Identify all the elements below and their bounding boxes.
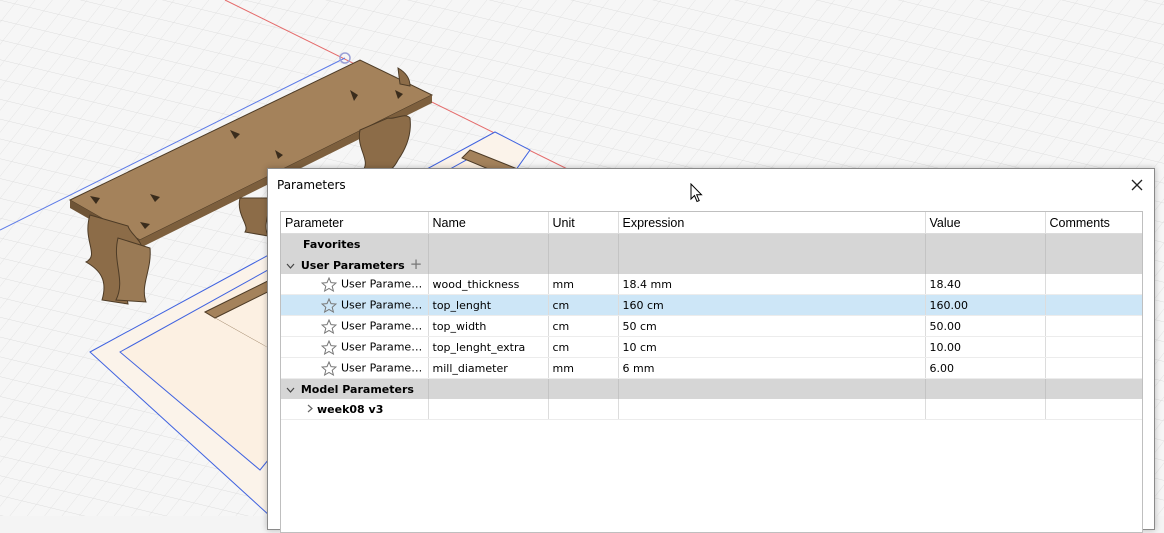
cell-model-item[interactable]: week08 v3 bbox=[281, 399, 429, 420]
table-row[interactable]: User Paramet... top_lenght cm 160 cm 160.00 bbox=[281, 294, 1142, 316]
group-row-model-parameters[interactable]: Model Parameters bbox=[281, 378, 1142, 399]
cell-comments[interactable] bbox=[1045, 274, 1142, 295]
param-type-label: User Paramet... bbox=[341, 277, 426, 290]
cell-unit[interactable]: cm bbox=[548, 294, 619, 316]
column-header-expression[interactable]: Expression bbox=[618, 212, 926, 234]
cell-expression[interactable]: 18.4 mm bbox=[618, 274, 926, 295]
cell-expression[interactable]: 50 cm bbox=[618, 315, 926, 337]
star-icon[interactable] bbox=[321, 339, 341, 355]
cell-parameter[interactable]: User Paramet... bbox=[281, 315, 429, 337]
group-label-model-parameters: Model Parameters bbox=[300, 382, 414, 396]
group-label-favorites: Favorites bbox=[303, 237, 361, 251]
star-icon[interactable] bbox=[321, 318, 341, 334]
table-header-row: Parameter Name Unit Expression Value Com… bbox=[281, 212, 1142, 234]
table-row[interactable]: User Paramet... top_lenght_extra cm 10 cm 10… bbox=[281, 336, 1142, 358]
chevron-down-icon[interactable] bbox=[283, 259, 297, 272]
cell-value: 18.40 bbox=[925, 274, 1046, 295]
add-icon[interactable]: + bbox=[410, 255, 423, 273]
cell-name[interactable]: top_lenght bbox=[428, 294, 549, 316]
cell-unit[interactable]: mm bbox=[548, 274, 619, 295]
mouse-cursor-icon bbox=[690, 183, 703, 203]
close-button[interactable] bbox=[1124, 173, 1150, 197]
cell-comments[interactable] bbox=[1045, 294, 1142, 316]
cell-parameter[interactable]: User Paramet... bbox=[281, 336, 429, 358]
cell-value: 160.00 bbox=[925, 294, 1046, 316]
cell-parameter[interactable]: User Paramet... bbox=[281, 357, 429, 379]
param-type-label: User Paramet... bbox=[341, 361, 426, 374]
param-type-label: User Paramet... bbox=[341, 319, 426, 332]
group-row-user-parameters[interactable]: User Parameters + bbox=[281, 254, 1142, 274]
table-row[interactable]: User Paramet... top_width cm 50 cm 50.00 bbox=[281, 315, 1142, 337]
cell-unit[interactable]: cm bbox=[548, 336, 619, 358]
param-type-label: User Paramet... bbox=[341, 298, 426, 311]
group-row-favorites[interactable]: Favorites bbox=[281, 233, 1142, 254]
cell-name[interactable]: top_width bbox=[428, 315, 549, 337]
model-item-label: week08 v3 bbox=[317, 402, 384, 416]
star-icon[interactable] bbox=[321, 360, 341, 376]
column-header-comments[interactable]: Comments bbox=[1045, 212, 1142, 234]
cell-value: 6.00 bbox=[925, 357, 1046, 379]
cell-expression[interactable]: 6 mm bbox=[618, 357, 926, 379]
column-header-name[interactable]: Name bbox=[428, 212, 549, 234]
chevron-right-icon[interactable] bbox=[303, 403, 317, 416]
group-label-user-parameters: User Parameters bbox=[300, 259, 405, 272]
column-header-unit[interactable]: Unit bbox=[548, 212, 619, 234]
chevron-down-icon[interactable] bbox=[283, 383, 297, 396]
cell-value: 10.00 bbox=[925, 336, 1046, 358]
tree-row-model[interactable]: week08 v3 bbox=[281, 399, 1142, 420]
cell-comments[interactable] bbox=[1045, 357, 1142, 379]
cell-unit[interactable]: mm bbox=[548, 357, 619, 379]
cell-name[interactable]: top_lenght_extra bbox=[428, 336, 549, 358]
parameters-table: Parameter Name Unit Expression Value Com… bbox=[280, 211, 1143, 533]
table-row[interactable]: User Paramet... mill_diameter mm 6 mm 6.00 bbox=[281, 357, 1142, 379]
cell-expression[interactable]: 160 cm bbox=[618, 294, 926, 316]
table-row[interactable]: User Paramet... wood_thickness mm 18.4 mm 18… bbox=[281, 274, 1142, 295]
cell-value: 50.00 bbox=[925, 315, 1046, 337]
column-header-value[interactable]: Value bbox=[925, 212, 1046, 234]
cell-parameter[interactable]: User Paramet... bbox=[281, 274, 429, 295]
star-icon[interactable] bbox=[321, 297, 341, 313]
star-icon[interactable] bbox=[321, 276, 341, 292]
parameters-dialog: Parameters Parameter Name Unit Expressio… bbox=[267, 168, 1155, 533]
cell-comments[interactable] bbox=[1045, 336, 1142, 358]
cell-comments[interactable] bbox=[1045, 315, 1142, 337]
cell-unit[interactable]: cm bbox=[548, 315, 619, 337]
param-type-label: User Paramet... bbox=[341, 340, 426, 353]
close-icon bbox=[1131, 179, 1143, 191]
cell-expression[interactable]: 10 cm bbox=[618, 336, 926, 358]
cell-name[interactable]: mill_diameter bbox=[428, 357, 549, 379]
column-header-parameter[interactable]: Parameter bbox=[281, 212, 429, 234]
cell-parameter[interactable]: User Paramet... bbox=[281, 294, 429, 316]
cell-name[interactable]: wood_thickness bbox=[428, 274, 549, 295]
dialog-title: Parameters bbox=[277, 178, 346, 192]
